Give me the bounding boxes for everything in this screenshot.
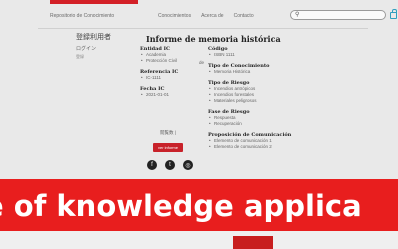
- banner-text: e of knowledge applica: [0, 189, 362, 223]
- bottom-red-block: [233, 236, 273, 249]
- search-icon[interactable]: ⚲: [295, 12, 299, 18]
- knowledge-type-block: Tipo de Conocimiento Memoria Histórica: [208, 63, 328, 75]
- risk-type-value[interactable]: Materiales peligrosos: [208, 98, 328, 104]
- nav-link-knowledge[interactable]: Conocimientos: [158, 13, 191, 19]
- page-title: Informe de memoria histórica: [146, 34, 281, 44]
- entity-block: Entidad IC Academia Protección Civil: [140, 46, 200, 64]
- nav-link-contact[interactable]: Contacto: [234, 13, 254, 19]
- risk-phase-value[interactable]: Recuperación: [208, 121, 328, 127]
- login-link[interactable]: ログイン: [76, 45, 136, 52]
- code-value: ISBN 1111: [208, 52, 328, 58]
- reference-block: Referencia IC IC-1111: [140, 69, 200, 81]
- user-sidebar: 登録利用者 ログイン 登録: [76, 32, 136, 60]
- date-block: Fecha IC 2021-01-01: [140, 86, 200, 98]
- register-link[interactable]: 登録: [76, 54, 136, 60]
- reference-value: IC-1111: [140, 75, 200, 81]
- social-links: f t ◎: [147, 160, 193, 170]
- search-input[interactable]: ⚲: [290, 10, 386, 20]
- nav-menu: Conocimientos Acerca de Contacto: [158, 13, 254, 19]
- twitter-icon[interactable]: t: [165, 160, 175, 170]
- lock-icon[interactable]: [390, 9, 397, 19]
- record-left-column: Entidad IC Academia Protección Civil Ref…: [140, 46, 200, 103]
- site-name-link[interactable]: Repositorio de Conocimiento: [50, 13, 114, 19]
- views-label: 閲覧数 |: [160, 130, 176, 135]
- record-right-column: Código ISBN 1111 Tipo de Conocimiento Me…: [208, 46, 328, 155]
- share-area: 閲覧数 | ver informe: [140, 130, 196, 154]
- communication-block: Proposición de Comunicación Elemento de …: [208, 132, 328, 150]
- facebook-icon[interactable]: f: [147, 160, 157, 170]
- de-label: de: [199, 60, 205, 65]
- date-value: 2021-01-01: [140, 92, 200, 98]
- entity-value[interactable]: Protección Civil: [140, 58, 200, 64]
- risk-phase-block: Fase de Riesgo Respuesta Recuperación: [208, 109, 328, 127]
- code-block: Código ISBN 1111: [208, 46, 328, 58]
- registered-user-title: 登録利用者: [76, 33, 111, 41]
- knowledge-type-value[interactable]: Memoria Histórica: [208, 69, 328, 75]
- nav-link-about[interactable]: Acerca de: [201, 13, 224, 19]
- bottom-strip: [0, 231, 398, 249]
- view-report-button[interactable]: ver informe: [152, 143, 183, 152]
- communication-value[interactable]: Elemento de comunicación 2: [208, 144, 328, 150]
- risk-type-block: Tipo de Riesgo Incendios antrópicos Ince…: [208, 80, 328, 104]
- caption-banner: e of knowledge applica: [0, 179, 398, 231]
- instagram-icon[interactable]: ◎: [183, 160, 193, 170]
- top-navigation: Repositorio de Conocimiento Conocimiento…: [38, 4, 397, 28]
- header-divider: [38, 28, 368, 29]
